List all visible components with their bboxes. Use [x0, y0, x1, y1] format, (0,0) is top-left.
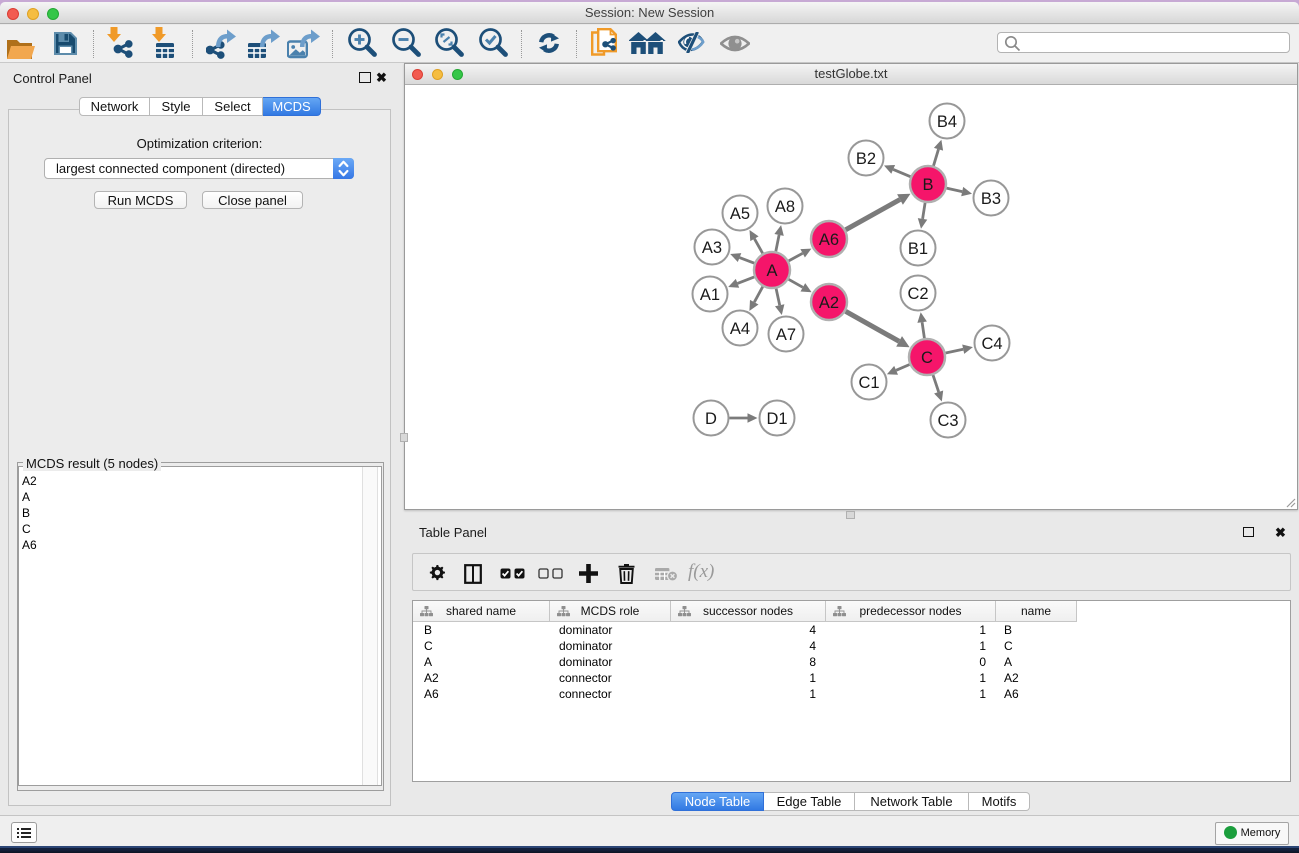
svg-text:C3: C3	[937, 412, 958, 430]
svg-text:B1: B1	[908, 240, 928, 258]
svg-text:D: D	[705, 410, 717, 428]
svg-text:A8: A8	[775, 198, 795, 216]
svg-text:A5: A5	[730, 205, 750, 223]
svg-text:C2: C2	[907, 285, 928, 303]
svg-text:B3: B3	[981, 190, 1001, 208]
svg-text:D1: D1	[766, 410, 787, 428]
svg-text:B4: B4	[937, 113, 957, 131]
svg-text:C: C	[921, 349, 933, 367]
svg-text:A2: A2	[819, 294, 839, 312]
svg-text:B2: B2	[856, 150, 876, 168]
svg-text:A4: A4	[730, 320, 750, 338]
svg-text:A: A	[766, 262, 777, 280]
svg-text:A7: A7	[776, 326, 796, 344]
svg-text:A1: A1	[700, 286, 720, 304]
svg-text:C4: C4	[981, 335, 1002, 353]
svg-text:A6: A6	[819, 231, 839, 249]
svg-text:B: B	[922, 176, 933, 194]
svg-text:A3: A3	[702, 239, 722, 257]
svg-text:C1: C1	[858, 374, 879, 392]
